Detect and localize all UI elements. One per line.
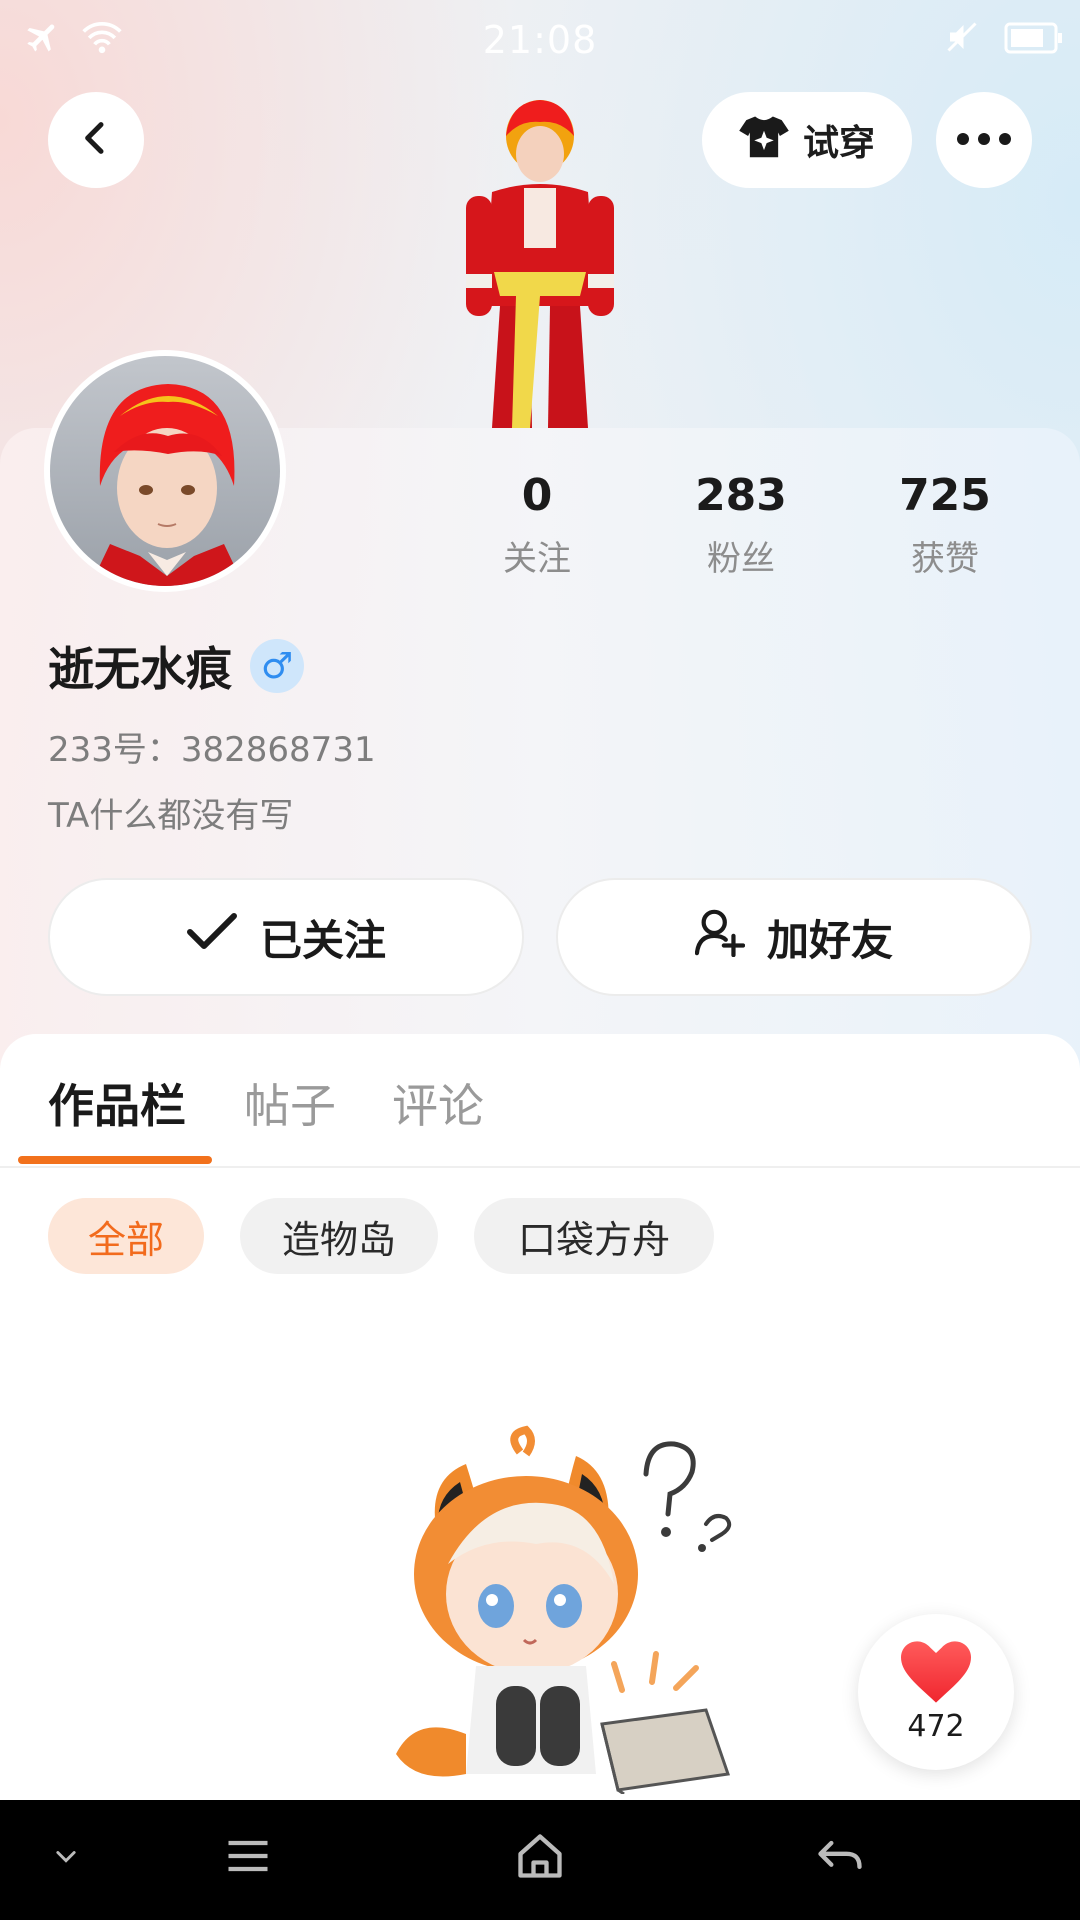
filter-chips: 全部 造物岛 口袋方舟 — [0, 1198, 1080, 1276]
try-on-button[interactable]: 试穿 — [702, 92, 912, 188]
stat-likes-value: 725 — [899, 470, 991, 521]
filter-pocket-ark[interactable]: 口袋方舟 — [474, 1198, 714, 1274]
tab-comments[interactable]: 评论 — [392, 1070, 484, 1136]
add-friend-button[interactable]: 加好友 — [556, 878, 1032, 996]
add-friend-button-label: 加好友 — [766, 915, 893, 965]
stat-likes[interactable]: 725 获赞 — [865, 470, 1025, 580]
tab-posts[interactable]: 帖子 — [244, 1070, 336, 1136]
user-name: 逝无水痕 — [48, 642, 232, 696]
back-arrow-icon — [76, 118, 116, 162]
profile-stats: 0 关注 283 粉丝 725 获赞 — [480, 470, 1040, 590]
shirt-sparkle-icon — [739, 113, 789, 168]
filter-all[interactable]: 全部 — [48, 1198, 204, 1274]
character-3d-avatar[interactable] — [420, 96, 660, 428]
system-navigation-bar — [0, 1800, 1080, 1920]
avatar[interactable] — [44, 350, 286, 592]
back-icon[interactable] — [814, 1830, 866, 1886]
tab-bar: 作品栏 帖子 评论 — [0, 1034, 1080, 1168]
collapse-chevron-icon[interactable] — [52, 1842, 80, 1874]
following-button[interactable]: 已关注 — [48, 878, 524, 996]
more-dots-icon — [956, 131, 1012, 150]
status-time: 21:08 — [482, 18, 598, 62]
home-icon[interactable] — [514, 1830, 566, 1886]
mute-icon — [944, 18, 980, 60]
active-tab-indicator — [18, 1156, 212, 1164]
stat-fans-value: 283 — [695, 470, 787, 521]
user-bio: TA什么都没有写 — [48, 796, 294, 836]
user-id[interactable]: 233号：382868731 — [48, 722, 376, 771]
like-count: 472 — [907, 1708, 965, 1744]
stat-likes-label: 获赞 — [911, 539, 979, 579]
male-gender-icon: ♂ — [250, 639, 304, 693]
checkmark-icon — [186, 912, 238, 962]
filter-creation-island[interactable]: 造物岛 — [240, 1198, 438, 1274]
empty-state-illustration — [396, 1425, 732, 1794]
stat-fans[interactable]: 283 粉丝 — [661, 470, 821, 580]
more-options-button[interactable] — [936, 92, 1032, 188]
floating-like-button[interactable]: 472 — [858, 1614, 1014, 1770]
menu-icon[interactable] — [222, 1830, 274, 1886]
tab-works[interactable]: 作品栏 — [48, 1070, 186, 1136]
following-button-label: 已关注 — [259, 915, 386, 965]
stat-following[interactable]: 0 关注 — [457, 470, 617, 580]
heart-icon — [901, 1640, 971, 1707]
avatar-image — [50, 356, 280, 586]
stat-following-value: 0 — [521, 470, 553, 521]
add-person-icon — [694, 907, 746, 967]
try-on-label: 试穿 — [802, 123, 875, 164]
stat-fans-label: 粉丝 — [707, 539, 775, 579]
name-row: 逝无水痕 ♂ — [48, 636, 304, 696]
battery-icon — [1004, 22, 1064, 58]
status-bar: 21:08 — [0, 0, 1080, 80]
stat-following-label: 关注 — [503, 539, 571, 579]
back-button[interactable] — [48, 92, 144, 188]
